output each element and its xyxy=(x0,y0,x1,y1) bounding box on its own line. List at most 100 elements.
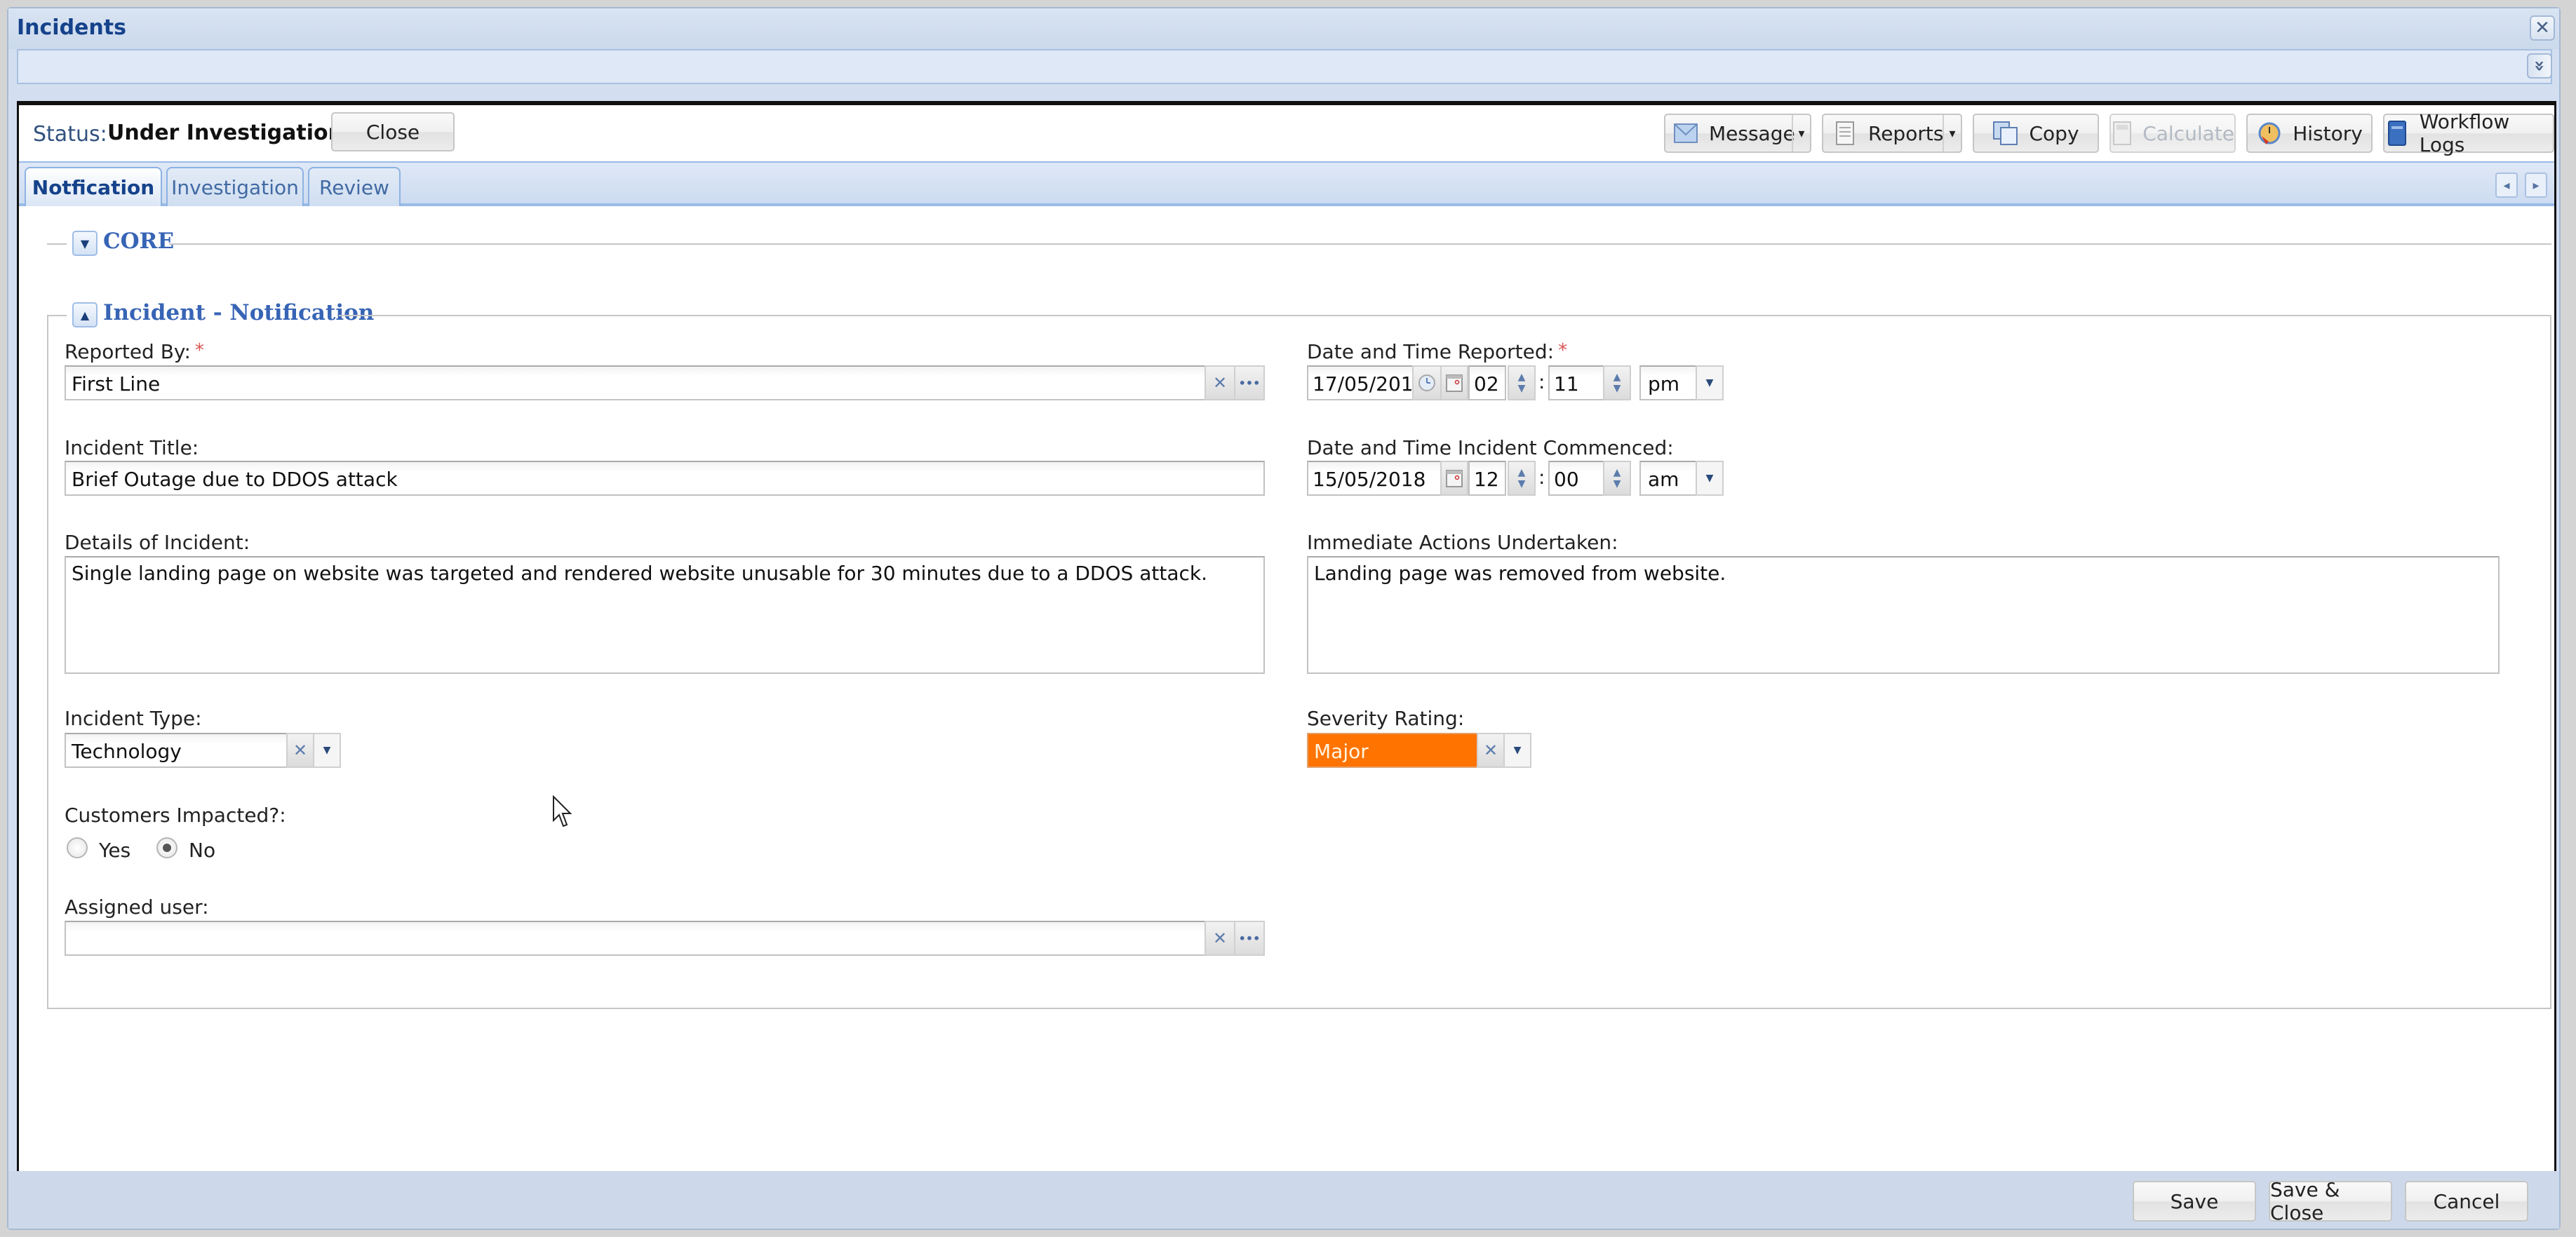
spin-up-icon: ▲ xyxy=(1613,467,1621,478)
date-reported-ampm-select[interactable]: pm xyxy=(1639,365,1697,400)
customers-impacted-yes-label: Yes xyxy=(99,839,131,862)
severity-dropdown-button[interactable]: ▼ xyxy=(1503,733,1531,768)
incident-type-dropdown-button[interactable]: ▼ xyxy=(313,733,341,768)
expand-button[interactable]: » xyxy=(2527,53,2552,79)
tab-notification[interactable]: Notfication xyxy=(25,167,162,206)
calendar-icon xyxy=(1446,374,1463,392)
time-separator: : xyxy=(1538,370,1545,393)
status-close-button[interactable]: Close xyxy=(331,112,455,151)
date-reported-minute-field[interactable]: 11 xyxy=(1548,365,1604,400)
reported-by-field[interactable]: First Line xyxy=(65,365,1207,400)
workflow-logs-button[interactable]: Workflow Logs xyxy=(2383,110,2554,156)
message-menu-arrow[interactable]: ▾ xyxy=(1792,115,1810,151)
clock-icon xyxy=(1418,374,1435,391)
tab-scroll-right[interactable]: ▸ xyxy=(2525,173,2547,198)
copy-label: Copy xyxy=(2029,121,2079,145)
dialog-footer: Save Save & Close Cancel xyxy=(8,1171,2559,1229)
date-reported-hour-field[interactable]: 02 xyxy=(1468,365,1506,400)
message-label: Message xyxy=(1709,121,1795,145)
copy-button[interactable]: Copy xyxy=(1973,114,2099,153)
date-commenced-date-field[interactable]: 15/05/2018 xyxy=(1307,461,1442,496)
workflow-logs-label: Workflow Logs xyxy=(2419,110,2510,156)
incident-type-select[interactable]: Technology xyxy=(65,733,288,768)
date-reported-date-field[interactable]: 17/05/201 xyxy=(1307,365,1414,400)
calculate-label: Calculate xyxy=(2142,121,2234,145)
customers-impacted-label: Customers Impacted?: xyxy=(65,804,286,827)
ellipsis-icon: ••• xyxy=(1238,931,1261,945)
core-legend-line-left xyxy=(47,243,67,245)
tab-review[interactable]: Review xyxy=(308,167,401,206)
tab-investigation[interactable]: Investigation xyxy=(166,167,304,206)
date-commenced-minute-spinner[interactable]: ▲ ▼ xyxy=(1603,461,1631,496)
cancel-label: Cancel xyxy=(2433,1189,2500,1213)
window-close-button[interactable]: ✕ xyxy=(2530,15,2555,41)
tab-scroll-left[interactable]: ◂ xyxy=(2495,173,2518,198)
ellipsis-icon: ••• xyxy=(1238,376,1261,390)
time-separator: : xyxy=(1538,466,1545,489)
arrow-left-icon: ◂ xyxy=(2503,177,2510,193)
chevron-down-icon: ▼ xyxy=(80,236,90,250)
immediate-actions-label: Immediate Actions Undertaken: xyxy=(1307,531,1618,554)
assigned-user-clear-button[interactable]: ✕ xyxy=(1205,921,1235,956)
save-button[interactable]: Save xyxy=(2133,1181,2256,1222)
message-button[interactable]: Message ▾ xyxy=(1664,114,1811,153)
status-close-label: Close xyxy=(365,120,420,144)
details-textarea[interactable]: Single landing page on website was targe… xyxy=(65,556,1265,674)
tab-investigation-label: Investigation xyxy=(171,175,299,199)
date-commenced-minute-field[interactable]: 00 xyxy=(1548,461,1604,496)
save-close-label: Save & Close xyxy=(2270,1178,2340,1224)
customers-impacted-yes-radio[interactable] xyxy=(67,837,88,858)
window-titlebar: Incidents ✕ xyxy=(8,8,2559,49)
chevron-down-icon: ▼ xyxy=(1705,473,1714,484)
reported-by-lookup-button[interactable]: ••• xyxy=(1234,365,1265,400)
date-commenced-ampm-select[interactable]: am xyxy=(1639,461,1697,496)
date-reported-time-now-button[interactable] xyxy=(1412,365,1442,400)
severity-clear-button[interactable]: ✕ xyxy=(1477,733,1505,768)
core-legend-line-right xyxy=(169,243,2551,245)
date-reported-hour-spinner[interactable]: ▲ ▼ xyxy=(1508,365,1536,400)
chevron-down-icon: ▼ xyxy=(1513,745,1522,756)
notification-collapse-button[interactable]: ▲ xyxy=(72,302,98,327)
spin-up-icon: ▲ xyxy=(1613,372,1621,383)
incident-type-label: Incident Type: xyxy=(65,707,202,730)
spin-down-icon: ▼ xyxy=(1613,478,1621,489)
calculate-button[interactable]: Calculate xyxy=(2109,114,2236,153)
date-commenced-calendar-button[interactable] xyxy=(1440,461,1468,496)
spin-down-icon: ▼ xyxy=(1517,478,1526,489)
clear-icon: ✕ xyxy=(1483,741,1498,760)
save-close-button[interactable]: Save & Close xyxy=(2269,1178,2392,1224)
notification-legend-line-right xyxy=(339,315,2551,316)
history-label: History xyxy=(2293,121,2363,145)
date-commenced-hour-spinner[interactable]: ▲ ▼ xyxy=(1508,461,1536,496)
incident-type-clear-button[interactable]: ✕ xyxy=(286,733,314,768)
clear-icon: ✕ xyxy=(1212,373,1228,393)
date-commenced-hour-field[interactable]: 12 xyxy=(1468,461,1506,496)
document-icon xyxy=(1832,120,1858,147)
envelope-icon xyxy=(1672,120,1699,147)
calendar-icon xyxy=(1446,470,1463,487)
date-reported-ampm-dropdown[interactable]: ▼ xyxy=(1696,365,1724,400)
history-button[interactable]: History xyxy=(2246,114,2373,153)
history-icon xyxy=(2256,120,2283,147)
date-reported-minute-spinner[interactable]: ▲ ▼ xyxy=(1603,365,1631,400)
core-expand-button[interactable]: ▼ xyxy=(72,231,98,256)
double-chevron-down-icon: » xyxy=(2529,60,2550,72)
tab-notification-label: Notfication xyxy=(32,175,155,199)
assigned-user-lookup-button[interactable]: ••• xyxy=(1234,921,1265,956)
severity-rating-select[interactable]: Major xyxy=(1307,733,1478,768)
reported-by-clear-button[interactable]: ✕ xyxy=(1205,365,1235,400)
window-title: Incidents xyxy=(17,15,126,40)
status-label: Status: xyxy=(33,122,107,147)
assigned-user-field[interactable] xyxy=(65,921,1207,956)
spin-down-icon: ▼ xyxy=(1613,383,1621,394)
date-reported-calendar-button[interactable] xyxy=(1440,365,1468,400)
required-marker: * xyxy=(1558,340,1568,361)
date-commenced-ampm-dropdown[interactable]: ▼ xyxy=(1696,461,1724,496)
customers-impacted-no-radio[interactable] xyxy=(156,837,177,858)
incident-title-field[interactable]: Brief Outage due to DDOS attack xyxy=(65,461,1265,496)
immediate-actions-textarea[interactable]: Landing page was removed from website. xyxy=(1307,556,2500,674)
cancel-button[interactable]: Cancel xyxy=(2405,1181,2528,1222)
reports-menu-arrow[interactable]: ▾ xyxy=(1943,115,1961,151)
date-reported-label: Date and Time Reported: * xyxy=(1307,340,1568,363)
reports-button[interactable]: Reports ▾ xyxy=(1822,114,1962,153)
